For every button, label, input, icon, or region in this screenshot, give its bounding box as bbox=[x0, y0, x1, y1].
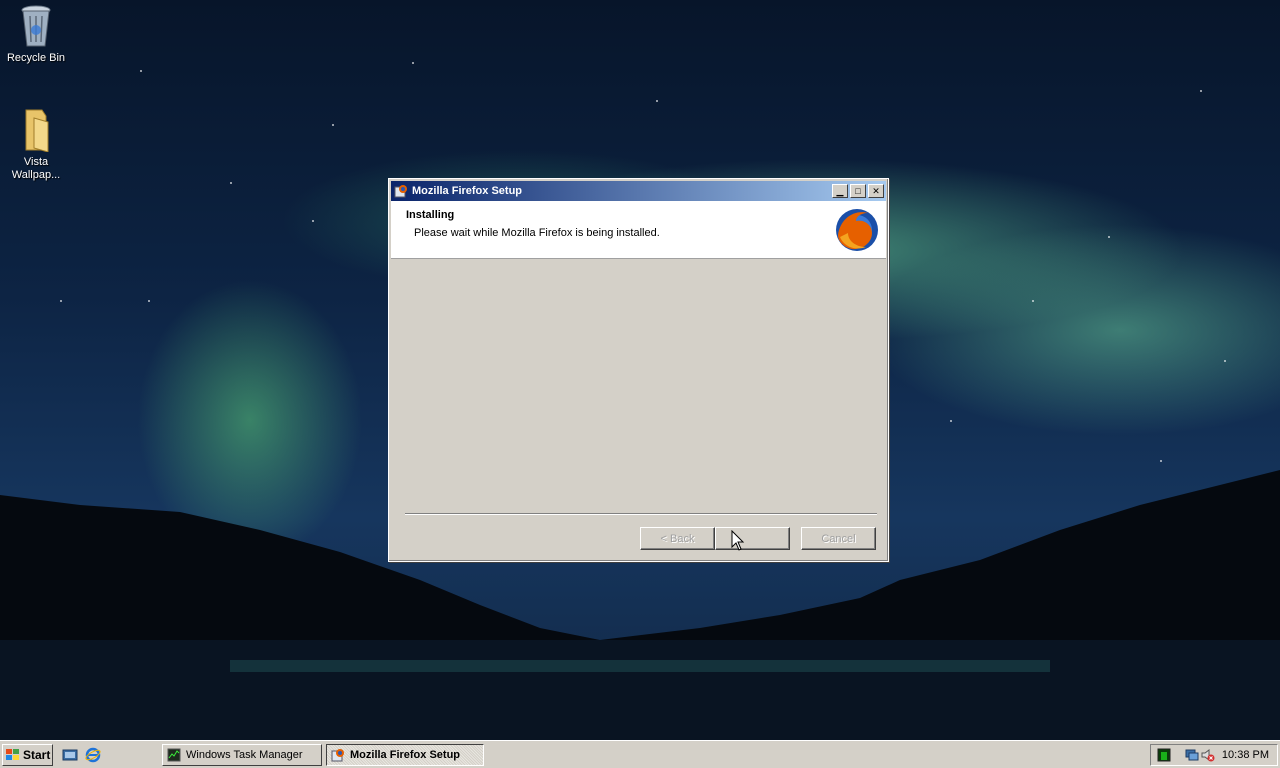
taskbar-item-label: Mozilla Firefox Setup bbox=[350, 749, 461, 761]
taskbar: Start Windows Task Manager Mozilla Firef… bbox=[0, 740, 1280, 768]
page-title: Installing bbox=[406, 209, 455, 221]
volume-muted-icon[interactable] bbox=[1201, 748, 1215, 762]
network-icon[interactable] bbox=[1185, 748, 1199, 762]
system-tray: 10:38 PM bbox=[1150, 744, 1278, 766]
show-desktop-icon[interactable] bbox=[62, 747, 78, 763]
maximize-icon: □ bbox=[855, 186, 861, 196]
start-label: Start bbox=[23, 748, 51, 762]
task-manager-icon bbox=[167, 748, 181, 762]
next-button[interactable] bbox=[715, 527, 790, 550]
setup-icon bbox=[394, 185, 407, 198]
cancel-button[interactable]: Cancel bbox=[801, 527, 876, 550]
recycle-bin-icon bbox=[21, 5, 51, 47]
cancel-button-label: Cancel bbox=[821, 532, 856, 545]
header-pane: Installing Please wait while Mozilla Fir… bbox=[391, 201, 886, 259]
folder-icon bbox=[25, 109, 49, 152]
back-button-label: < Back bbox=[660, 532, 695, 545]
desktop-icon-label: Vista Wallpap... bbox=[11, 156, 61, 181]
mouse-cursor-icon bbox=[731, 530, 745, 551]
start-button[interactable]: Start bbox=[2, 744, 53, 766]
close-icon: ✕ bbox=[872, 186, 880, 196]
desktop-icon-recycle-bin[interactable]: Recycle Bin bbox=[0, 4, 72, 65]
internet-explorer-icon[interactable] bbox=[85, 747, 101, 763]
taskbar-item-firefox-setup[interactable]: Mozilla Firefox Setup bbox=[326, 744, 484, 766]
setup-icon bbox=[331, 749, 344, 762]
page-subtitle: Please wait while Mozilla Firefox is bei… bbox=[414, 227, 660, 239]
desktop-icon-vista-wallpaper[interactable]: Vista Wallpap... bbox=[0, 108, 72, 182]
firefox-logo-icon bbox=[836, 209, 878, 251]
taskbar-item-label: Windows Task Manager bbox=[186, 749, 303, 761]
maximize-button[interactable]: □ bbox=[850, 184, 866, 198]
close-button[interactable]: ✕ bbox=[868, 184, 884, 198]
setup-window: Mozilla Firefox Setup ▁ □ ✕ Installing P… bbox=[388, 178, 889, 562]
cpu-meter-icon[interactable] bbox=[1157, 748, 1171, 762]
windows-flag-icon bbox=[6, 749, 19, 760]
taskbar-item-task-manager[interactable]: Windows Task Manager bbox=[162, 744, 322, 766]
desktop-icon-label: Recycle Bin bbox=[6, 52, 66, 64]
title-bar[interactable]: Mozilla Firefox Setup ▁ □ ✕ bbox=[391, 181, 886, 201]
button-divider bbox=[405, 513, 877, 515]
clock[interactable]: 10:38 PM bbox=[1222, 749, 1269, 761]
back-button[interactable]: < Back bbox=[640, 527, 715, 550]
window-title: Mozilla Firefox Setup bbox=[412, 185, 523, 197]
minimize-icon: ▁ bbox=[836, 186, 844, 196]
minimize-button[interactable]: ▁ bbox=[832, 184, 848, 198]
